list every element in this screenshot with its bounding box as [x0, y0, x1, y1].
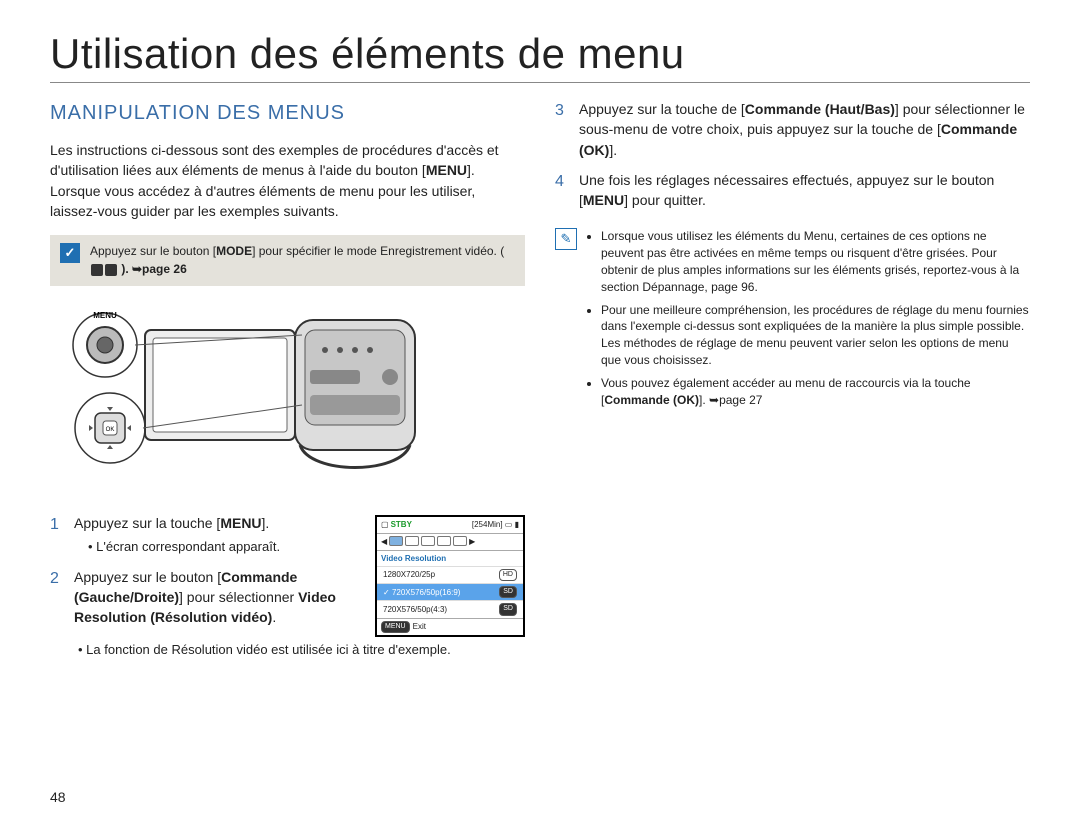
menu-label: MENU: [93, 311, 117, 320]
tip-text: Appuyez sur le bouton [MODE] pour spécif…: [90, 243, 515, 278]
arrow-left-icon: ◀: [381, 536, 387, 548]
photo-mode-icon: [105, 264, 117, 276]
manual-page: Utilisation des éléments de menu MANIPUL…: [0, 0, 1080, 825]
notes-list: Lorsque vous utilisez les éléments du Me…: [587, 228, 1030, 414]
lcd-menu-illustration: ▢ STBY [254Min] ▭ ▮ ◀: [375, 515, 525, 636]
menu-section-label: Video Resolution: [377, 551, 523, 567]
lcd-menu-tabs: ◀ ▶: [377, 534, 523, 551]
step-body: Appuyez sur le bouton [Commande (Gauche/…: [74, 567, 357, 628]
step-body: Une fois les réglages nécessaires effect…: [579, 170, 1030, 211]
hd-badge: HD: [499, 569, 517, 581]
page-number: 48: [50, 789, 66, 805]
step-2: 2 Appuyez sur le bouton [Commande (Gauch…: [50, 567, 357, 628]
card-icon: ▢: [381, 519, 389, 531]
menu-exit-row: MENU Exit: [377, 618, 523, 635]
intro-text: Les instructions ci-dessous sont des exe…: [50, 142, 499, 219]
step-bullet: • L'écran correspondant apparaît.: [88, 538, 357, 557]
camcorder-illustration: MENU OK: [50, 300, 525, 495]
arrow-right-icon: ▶: [469, 536, 475, 548]
step-1-2-row: 1 Appuyez sur la touche [MENU]. • L'écra…: [50, 513, 525, 637]
ok-label: OK: [106, 427, 115, 433]
right-column: 3 Appuyez sur la touche de [Commande (Ha…: [555, 99, 1030, 660]
menu-tab: [405, 536, 419, 546]
note-item: Lorsque vous utilisez les éléments du Me…: [601, 228, 1030, 295]
notes-block: ✎ Lorsque vous utilisez les éléments du …: [555, 228, 1030, 414]
pencil-note-icon: ✎: [555, 228, 577, 250]
sd-badge: SD: [499, 603, 517, 615]
content-columns: MANIPULATION DES MENUS Les instructions …: [50, 99, 1030, 660]
step-bullet: • La fonction de Résolution vidéo est ut…: [78, 641, 525, 660]
stby-indicator: STBY: [391, 519, 412, 531]
lcd-status-bar: ▢ STBY [254Min] ▭ ▮: [377, 517, 523, 534]
step-1: 1 Appuyez sur la touche [MENU]. • L'écra…: [50, 513, 357, 556]
menu-tab: [437, 536, 451, 546]
checkmark-icon: ✓: [60, 243, 80, 263]
menu-item: 720X576/50p(4:3) SD: [377, 600, 523, 617]
battery-icon: ▮: [515, 520, 519, 529]
check-icon: ✓: [383, 588, 390, 597]
tip-box: ✓ Appuyez sur le bouton [MODE] pour spéc…: [50, 235, 525, 286]
note-item: Pour une meilleure compréhension, les pr…: [601, 302, 1030, 369]
step-number: 2: [50, 567, 64, 628]
intro-paragraph: Les instructions ci-dessous sont des exe…: [50, 140, 525, 221]
menu-button-badge: MENU: [381, 621, 410, 633]
step-number: 3: [555, 99, 569, 160]
menu-tab: [453, 536, 467, 546]
left-column: MANIPULATION DES MENUS Les instructions …: [50, 99, 525, 660]
time-remaining: [254Min]: [472, 520, 503, 529]
menu-tab: [389, 536, 403, 546]
step-number: 1: [50, 513, 64, 556]
menu-item: 1280X720/25p HD: [377, 566, 523, 583]
step-body: Appuyez sur la touche de [Commande (Haut…: [579, 99, 1030, 160]
menu-item-selected: ✓ 720X576/50p(16:9) SD: [377, 583, 523, 600]
step-body: Appuyez sur la touche [MENU]. • L'écran …: [74, 513, 357, 556]
sd-badge: SD: [499, 586, 517, 598]
note-item: Vous pouvez également accéder au menu de…: [601, 375, 1030, 409]
section-heading: MANIPULATION DES MENUS: [50, 99, 525, 128]
page-title: Utilisation des éléments de menu: [50, 30, 1030, 83]
camera-svg: MENU OK: [50, 300, 430, 490]
menu-tab: [421, 536, 435, 546]
video-mode-icon: [91, 264, 103, 276]
step-number: 4: [555, 170, 569, 211]
step-4: 4 Une fois les réglages nécessaires effe…: [555, 170, 1030, 211]
card-status-icon: ▭: [505, 520, 513, 529]
step-3: 3 Appuyez sur la touche de [Commande (Ha…: [555, 99, 1030, 160]
